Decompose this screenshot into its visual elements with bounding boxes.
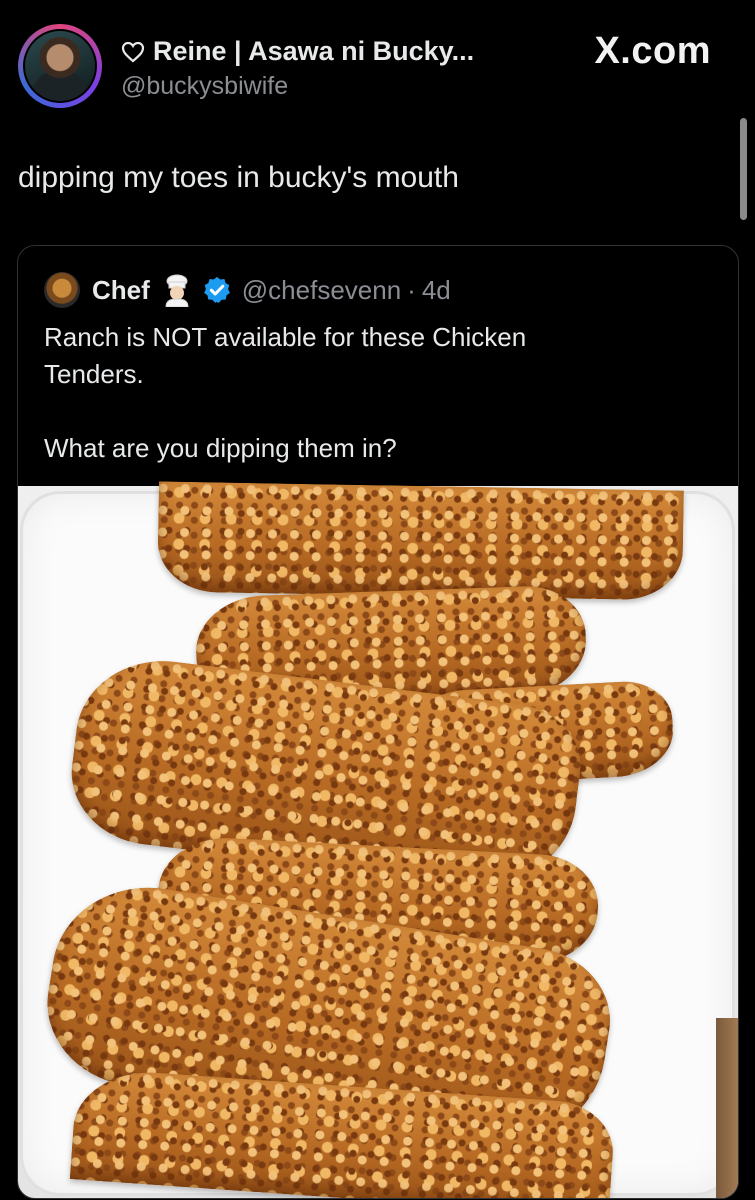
- quote-author-avatar[interactable]: [44, 272, 80, 308]
- table-edge: [716, 1018, 738, 1198]
- quote-header: Chef @chefsevenn · 4d: [44, 272, 451, 308]
- quote-body-line: Tenders.: [44, 359, 144, 389]
- chef-emoji-icon: [165, 274, 189, 307]
- quote-body-line: Ranch is NOT available for these Chicken: [44, 322, 527, 352]
- user-avatar[interactable]: [18, 24, 102, 108]
- quote-author-handle[interactable]: @chefsevenn: [242, 275, 401, 306]
- quote-author-name[interactable]: Chef: [92, 275, 150, 306]
- quote-media-image[interactable]: [18, 481, 738, 1198]
- verified-badge-icon: [203, 276, 230, 303]
- avatar-ring-gap: [23, 29, 97, 103]
- display-name: Reine | Asawa ni Bucky...: [153, 36, 475, 66]
- chicken-tender: [157, 481, 684, 601]
- display-name-row[interactable]: Reine | Asawa ni Bucky...: [121, 36, 474, 67]
- quote-timestamp[interactable]: 4d: [422, 275, 451, 306]
- site-logo: X.com: [594, 30, 711, 72]
- quote-body-question: What are you dipping them in?: [44, 433, 397, 463]
- quote-body: Ranch is NOT available for these Chicken…: [44, 319, 644, 467]
- tweet-text: dipping my toes in bucky's mouth: [18, 161, 459, 194]
- separator-dot: ·: [407, 274, 416, 305]
- avatar-photo: [25, 31, 95, 101]
- screen: Reine | Asawa ni Bucky... @buckysbiwife …: [0, 0, 755, 1200]
- scrollbar[interactable]: [740, 118, 747, 220]
- heart-outline-icon: [121, 41, 145, 62]
- quoted-tweet-card[interactable]: Chef @chefsevenn · 4d Ranch is NOT avail…: [17, 245, 739, 1199]
- user-handle[interactable]: @buckysbiwife: [121, 72, 288, 101]
